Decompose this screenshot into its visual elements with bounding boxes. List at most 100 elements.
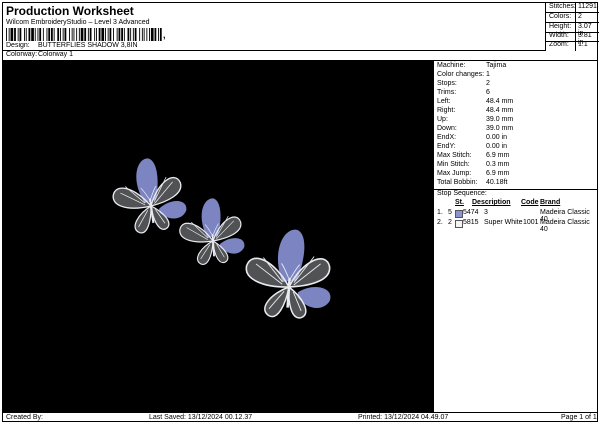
barcode-bar	[73, 28, 75, 41]
last-saved: Last Saved: 13/12/2024 00.12.37	[149, 414, 253, 421]
barcode-bar	[123, 28, 125, 41]
info-row: Left: 48.4 mm	[437, 98, 597, 107]
info-value: 39.0 mm	[486, 125, 514, 132]
stop-cell-num: 2.	[437, 219, 443, 226]
barcode-bar	[69, 28, 70, 41]
design-label: Design:	[6, 42, 30, 49]
stop-cell-swatch-code: 5474	[463, 209, 479, 216]
info-row: Down: 39.0 mm	[437, 125, 597, 134]
info-row: EndX: 0.00 in	[437, 134, 597, 143]
barcode-bar	[109, 28, 112, 41]
page-number: Page 1 of 1	[561, 414, 597, 421]
butterfly-1	[107, 152, 190, 238]
barcode-bar	[37, 28, 39, 41]
barcode-bar	[51, 28, 53, 41]
barcode-bar	[158, 28, 159, 41]
barcode-bar	[53, 28, 55, 41]
design-row: Design: BUTTERFLIES SHADOW 3,8IN	[6, 42, 138, 49]
info-value: 6.9 mm	[486, 170, 510, 177]
info-label: Total Bobbin:	[437, 179, 478, 186]
stat-zoom: Zoom: 1:1	[546, 41, 599, 50]
barcode-bar	[46, 28, 48, 41]
info-label: Max Jump:	[437, 170, 472, 177]
colorway-label: Colorway:	[6, 51, 38, 58]
column-header-description: Description	[472, 199, 511, 206]
colorway-row: Colorway: Colorway 1	[6, 51, 73, 58]
info-value: Tajima	[486, 62, 507, 69]
stat-label: Width:	[549, 32, 569, 39]
stop-cell-st: 2	[448, 219, 452, 226]
barcode-bar	[8, 28, 10, 41]
barcode-bar	[105, 28, 106, 41]
info-label: Min Stitch:	[437, 161, 470, 168]
barcode-bar	[10, 28, 14, 41]
barcode-bar	[150, 28, 154, 41]
butterfly-2	[176, 195, 247, 267]
barcode-bar	[31, 28, 34, 41]
footer: Created By: Last Saved: 13/12/2024 00.12…	[3, 412, 597, 422]
stop-cell-brand: Madeira Classic 40	[540, 219, 590, 233]
barcode-bar	[154, 28, 157, 41]
thread-color-swatch	[455, 220, 463, 228]
stop-cell-description: Super White	[484, 219, 523, 226]
stat-label: Colors:	[549, 13, 572, 20]
info-row: Min Stitch: 0.3 mm	[437, 161, 597, 170]
barcode-bar	[28, 28, 31, 41]
info-label: Trims:	[437, 89, 457, 96]
barcode-bar	[34, 28, 36, 41]
barcode-bar	[19, 28, 22, 41]
barcode-bar	[87, 28, 89, 41]
info-label: EndY:	[437, 143, 456, 150]
stat-value: 2	[578, 13, 582, 20]
stat-label: Stitches:	[549, 3, 576, 10]
barcode-bar	[121, 28, 123, 41]
barcode-bar	[149, 28, 150, 41]
info-label: Up:	[437, 116, 448, 123]
info-value: 0.00 in	[486, 143, 508, 150]
barcode-bar	[130, 28, 132, 41]
info-label: EndX:	[437, 134, 457, 141]
barcode-bar	[76, 28, 78, 41]
stat-colors: Colors: 2	[546, 13, 599, 22]
info-value: 0.3 mm	[486, 161, 510, 168]
barcode-bar	[98, 28, 101, 41]
info-value: 0.00 in	[486, 134, 508, 141]
barcode-bar	[143, 28, 145, 41]
butterfly-3	[241, 225, 337, 322]
barcode-bar	[62, 28, 64, 41]
barcode-bar	[39, 28, 42, 41]
stop-cell-num: 1.	[437, 209, 443, 216]
barcode-bar	[89, 28, 92, 41]
barcode-bar	[94, 28, 96, 41]
barcode-bar	[118, 28, 121, 41]
column-header-brand: Brand	[540, 199, 561, 206]
stats-box: Stitches: 11291 Colors: 2 Height: 3.07 i…	[545, 3, 599, 51]
stop-cell-description: 3	[484, 209, 488, 216]
barcode-bar	[141, 28, 143, 41]
barcode-bar	[25, 28, 27, 41]
info-label: Right:	[437, 107, 456, 114]
info-row: Right: 48.4 mm	[437, 107, 597, 116]
info-value: 1	[486, 71, 490, 78]
barcode-bar	[78, 28, 80, 41]
barcode-bar	[101, 28, 105, 41]
stop-cell-swatch-code: 5815	[463, 219, 479, 226]
info-row: EndY: 0.00 in	[437, 143, 597, 152]
barcode-bar	[80, 28, 84, 41]
design-preview	[3, 61, 433, 412]
info-label: Down:	[437, 125, 457, 132]
created-by: Created By:	[6, 414, 43, 421]
stat-stitches: Stitches: 11291	[546, 3, 599, 12]
info-label: Left:	[437, 98, 451, 105]
barcode-bar	[42, 28, 44, 41]
software-subtitle: Wilcom EmbroideryStudio – Level 3 Advanc…	[6, 19, 150, 26]
stat-value: 1:1	[578, 41, 588, 48]
barcode-bar	[24, 28, 25, 41]
barcode-bar	[60, 28, 61, 41]
info-row: Machine: Tajima	[437, 62, 597, 71]
barcode-bar	[84, 28, 87, 41]
barcode-bar	[146, 28, 148, 41]
printed-date: Printed: 13/12/2024 04.49.07	[358, 414, 449, 421]
barcode-bar	[127, 28, 130, 41]
barcode-bar	[107, 28, 109, 41]
